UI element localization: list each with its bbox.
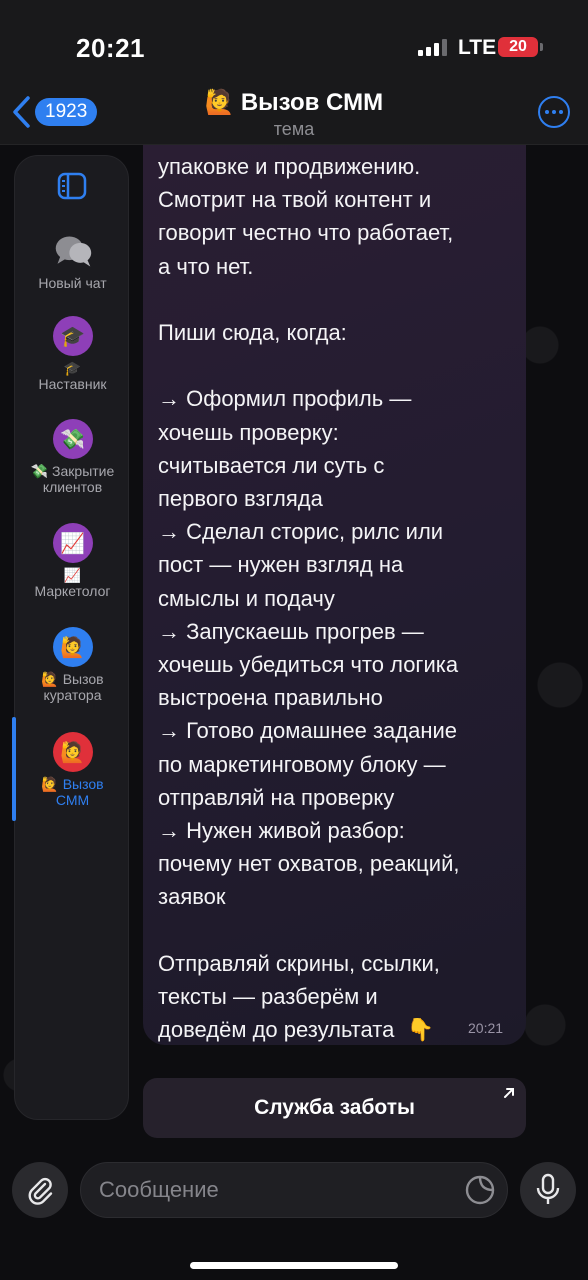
battery-tip — [540, 43, 543, 51]
paperclip-icon — [28, 1177, 53, 1205]
sidebar-item-mentor[interactable]: 🎓 🎓 Наставник — [15, 316, 130, 392]
topics-sidebar: Новый чат 🎓 🎓 Наставник 💸 💸 Закрытие кли… — [14, 155, 129, 1120]
network-type: LTE — [458, 36, 497, 59]
sidebar-panel-icon[interactable] — [57, 172, 87, 200]
sidebar-item-smm-call[interactable]: 🙋 🙋 Вызов СММ — [15, 732, 130, 808]
money-wings-icon: 💸 — [52, 419, 93, 459]
chart-up-icon: 📈 — [52, 523, 93, 563]
attach-button[interactable] — [12, 1162, 68, 1218]
sidebar-item-label: 🎓 Наставник — [38, 360, 107, 392]
sidebar-item-label: 🙋 Вызов куратора — [41, 671, 104, 703]
sidebar-item-marketer[interactable]: 📈 📈 Маркетолог — [15, 523, 130, 599]
graduation-cap-icon: 🎓 — [52, 316, 93, 356]
chat-bubbles-icon — [53, 231, 93, 271]
support-inline-button[interactable]: Служба заботы — [143, 1078, 526, 1138]
raising-hand-icon: 🙋 — [52, 627, 93, 667]
chat-title: 🙋 Вызов СММ — [205, 88, 383, 117]
battery-icon: 20 — [498, 37, 538, 57]
microphone-icon — [536, 1173, 560, 1204]
voice-message-button[interactable] — [520, 1162, 576, 1218]
status-bar: 20:21 LTE 20 — [0, 0, 588, 88]
message-input[interactable] — [80, 1162, 508, 1218]
raising-hand-icon: 🙋 — [52, 732, 93, 772]
message-text: упаковке и продвижению. Смотрит на твой … — [158, 154, 460, 1043]
chat-title-text: Вызов СММ — [240, 88, 384, 116]
cellular-signal-icon — [418, 38, 447, 56]
sidebar-item-label: Новый чат — [38, 275, 107, 291]
chat-subtitle: тема — [273, 119, 315, 139]
message-time: 20:21 — [468, 1020, 504, 1036]
status-time: 20:21 — [76, 33, 145, 63]
chat-header: 1923 🙋 Вызов СММ тема — [0, 88, 588, 145]
home-indicator — [190, 1262, 398, 1269]
chat-title-block[interactable]: 🙋 Вызов СММ тема — [0, 88, 588, 140]
sidebar-item-closing-clients[interactable]: 💸 💸 Закрытие клиентов — [15, 419, 130, 495]
sidebar-item-label: 📈 Маркетолог — [34, 567, 111, 599]
sidebar-item-label: 🙋 Вызов СММ — [41, 776, 104, 808]
more-options-button[interactable] — [538, 96, 570, 128]
arrow-up-right-icon — [504, 1088, 514, 1098]
sidebar-item-curator-call[interactable]: 🙋 🙋 Вызов куратора — [15, 627, 130, 703]
active-topic-indicator — [12, 717, 16, 821]
title-emoji-icon: 🙋 — [204, 89, 235, 116]
sidebar-item-label: 💸 Закрытие клиентов — [30, 463, 115, 495]
sidebar-item-new-chat[interactable]: Новый чат — [15, 231, 130, 291]
inline-button-label: Служба заботы — [254, 1096, 415, 1119]
sticker-icon[interactable] — [464, 1174, 496, 1206]
